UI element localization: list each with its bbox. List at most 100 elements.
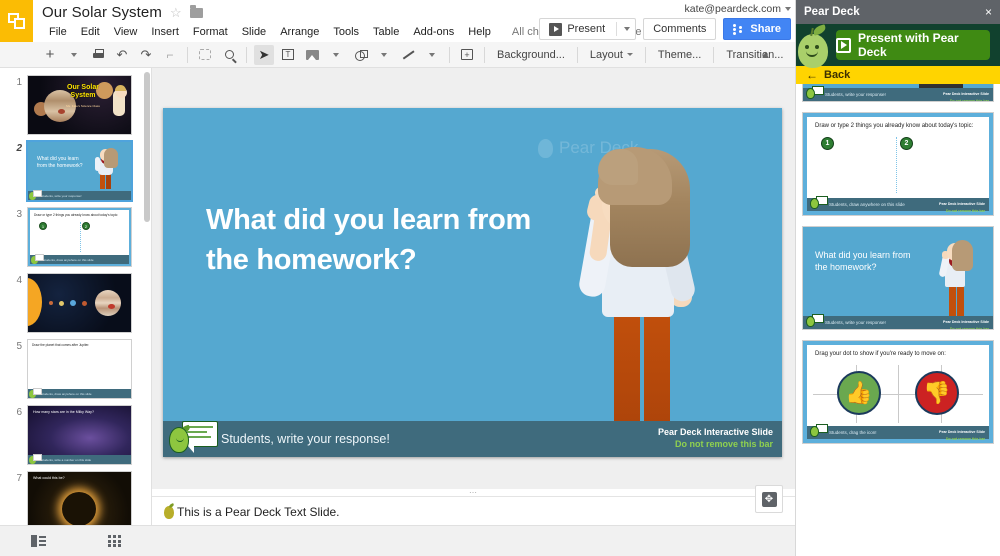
insert-shape-chevron-down-icon[interactable] — [374, 45, 394, 65]
menu-view[interactable]: View — [107, 24, 145, 40]
share-button[interactable]: Share — [723, 18, 791, 40]
pear-deck-template-card[interactable]: Draw or type 2 things you already know a… — [802, 112, 994, 216]
pear-icon — [164, 505, 174, 519]
pear-deck-template-card[interactable]: Drag your dot to show if you're ready to… — [802, 340, 994, 444]
pear-deck-panel-header: Pear Deck × — [796, 0, 1000, 24]
add-comment-icon[interactable]: + — [457, 45, 477, 65]
menu-add-ons[interactable]: Add-ons — [406, 24, 461, 40]
slide-number: 4 — [16, 275, 22, 286]
print-icon[interactable] — [88, 45, 108, 65]
current-slide[interactable]: Pear Deck What did you learn from the ho… — [163, 108, 782, 457]
header-actions: Present Comments Share — [539, 18, 791, 40]
menu-arrange[interactable]: Arrange — [273, 24, 326, 40]
pear-deck-template-card[interactable]: What did you learn from the homework? St… — [802, 226, 994, 330]
mini-bar-label: Students, draw anywhere on this slide — [41, 391, 92, 396]
menu-edit[interactable]: Edit — [74, 24, 107, 40]
filmstrip-scrollbar[interactable] — [144, 72, 150, 222]
explore-button[interactable] — [755, 485, 783, 513]
slide-filmstrip-panel[interactable]: 1 Our Solar System Ms. Kate's Science Cl… — [0, 68, 152, 525]
filmstrip-slide-6[interactable]: 6 How many stars are in the Milky Way? S… — [0, 402, 151, 468]
account-row[interactable]: kate@peardeck.com — [685, 3, 791, 15]
speaker-notes-text-row[interactable]: This is a Pear Deck Text Slide. — [164, 505, 783, 519]
page-title[interactable]: Our Solar System — [42, 4, 162, 21]
pear-deck-bar-line2: Do not remove this bar — [674, 439, 773, 449]
mini-bar-label: Students, draw anywhere on this slide — [43, 257, 94, 262]
slide-title-text[interactable]: What did you learn from the homework? — [206, 200, 576, 280]
mini-title: Draw the planet that comes after Jupiter… — [32, 343, 90, 347]
insert-image-chevron-down-icon[interactable] — [326, 45, 346, 65]
slide-thumbnail-selected[interactable]: What did you learn from the homework? St… — [26, 140, 133, 202]
menu-slide[interactable]: Slide — [235, 24, 273, 40]
select-cursor-icon[interactable]: ➤ — [254, 44, 274, 65]
comments-button[interactable]: Comments — [643, 18, 717, 40]
menu-format[interactable]: Format — [186, 24, 235, 40]
menu-tools[interactable]: Tools — [326, 24, 366, 40]
filmstrip-slide-3[interactable]: 3 Draw or type 2 things you already know… — [0, 204, 151, 270]
menu-help[interactable]: Help — [461, 24, 498, 40]
slide-number: 1 — [16, 77, 22, 88]
close-icon[interactable]: × — [985, 6, 992, 18]
menu-table[interactable]: Table — [366, 24, 406, 40]
theme-button[interactable]: Theme... — [651, 45, 708, 65]
back-button[interactable]: ← Back — [796, 66, 1000, 84]
mini-bar: Students, draw anywhere on this slide — [30, 254, 129, 264]
insert-line-chevron-down-icon[interactable] — [422, 45, 442, 65]
pear-mascot-icon — [798, 24, 832, 68]
pear-icon — [806, 311, 824, 327]
present-with-pear-deck-button[interactable]: Present with Pear Deck — [836, 30, 990, 60]
filmstrip-view-icon[interactable] — [25, 530, 51, 552]
folder-icon[interactable] — [189, 4, 203, 18]
zoom-icon[interactable] — [219, 45, 239, 65]
slide-thumbnail[interactable]: Draw or type 2 things you already know a… — [27, 207, 132, 267]
insert-shape-icon[interactable] — [350, 45, 370, 65]
thumbs-down-icon: 👎 — [915, 371, 959, 415]
slide-thumbnail[interactable]: Draw the planet that comes after Jupiter… — [27, 339, 132, 399]
layout-button[interactable]: Layout — [583, 45, 640, 65]
text-box-icon[interactable]: T — [278, 45, 298, 65]
mini-title: What did you learn from the homework? — [37, 156, 83, 169]
slide-thumbnail[interactable]: How many stars are in the Milky Way? Stu… — [27, 405, 132, 465]
filmstrip-slide-2[interactable]: 2 What did you learn from the homework? — [0, 138, 151, 204]
notes-resize-handle[interactable]: ⋯ — [152, 488, 795, 496]
pear-deck-template-card[interactable]: Students, write your response! Pear Deck… — [802, 84, 994, 102]
menu-insert[interactable]: Insert — [144, 24, 186, 40]
paint-format-icon[interactable]: ⌐ — [160, 45, 180, 65]
undo-icon[interactable]: ↶ — [112, 45, 132, 65]
menu-file[interactable]: File — [42, 24, 74, 40]
new-slide-button[interactable]: + — [40, 45, 60, 65]
grid-view-icon[interactable] — [101, 530, 127, 552]
slide-canvas[interactable]: Pear Deck What did you learn from the ho… — [163, 108, 782, 457]
redo-icon[interactable]: ↷ — [136, 45, 156, 65]
editor-canvas-area: Pear Deck What did you learn from the ho… — [152, 68, 795, 525]
slide-thumbnail[interactable]: What could this be? — [27, 471, 132, 525]
document-title-row: Our Solar System ☆ — [42, 4, 203, 21]
insert-line-icon[interactable] — [398, 45, 418, 65]
filmstrip-slide-1[interactable]: 1 Our Solar System Ms. Kate's Science Cl… — [0, 72, 151, 138]
fit-to-window-icon[interactable] — [195, 45, 215, 65]
present-chevron-down-icon[interactable] — [624, 27, 631, 31]
transition-button[interactable]: Transition... — [719, 45, 790, 65]
slide-number: 2 — [16, 143, 22, 154]
filmstrip-slide-5[interactable]: 5 Draw the planet that comes after Jupit… — [0, 336, 151, 402]
slide-thumbnail[interactable] — [27, 273, 132, 333]
new-slide-chevron-down-icon[interactable] — [64, 45, 84, 65]
background-button[interactable]: Background... — [490, 45, 572, 65]
pear-icon — [29, 387, 42, 398]
slide-number: 3 — [16, 209, 22, 220]
pear-deck-sidebar[interactable]: Pear Deck × Present with Pear Deck ← Bac… — [795, 0, 1000, 556]
speaker-notes-area[interactable]: This is a Pear Deck Text Slide. — [152, 485, 795, 525]
pear-deck-template-list[interactable]: Students, write your response! Pear Deck… — [796, 84, 1000, 556]
slide-thumbnail[interactable]: Our Solar System Ms. Kate's Science Clas… — [27, 75, 132, 135]
number-badge-2: 2 — [900, 137, 913, 150]
star-icon[interactable]: ☆ — [170, 6, 182, 19]
insert-image-icon[interactable] — [302, 45, 322, 65]
filmstrip-slide-7[interactable]: 7 What could this be? — [0, 468, 151, 525]
template-bar-line1: Pear Deck Interactive Slide — [943, 320, 989, 324]
template-bar-label: Students, drag the icon! — [829, 430, 877, 435]
collapse-toolbar-icon[interactable]: ▲ — [760, 49, 771, 61]
filmstrip-slide-4[interactable]: 4 — [0, 270, 151, 336]
share-icon — [733, 23, 745, 35]
present-button[interactable]: Present — [539, 18, 637, 40]
slides-logo-icon[interactable] — [0, 0, 33, 42]
chevron-down-icon — [785, 7, 791, 11]
